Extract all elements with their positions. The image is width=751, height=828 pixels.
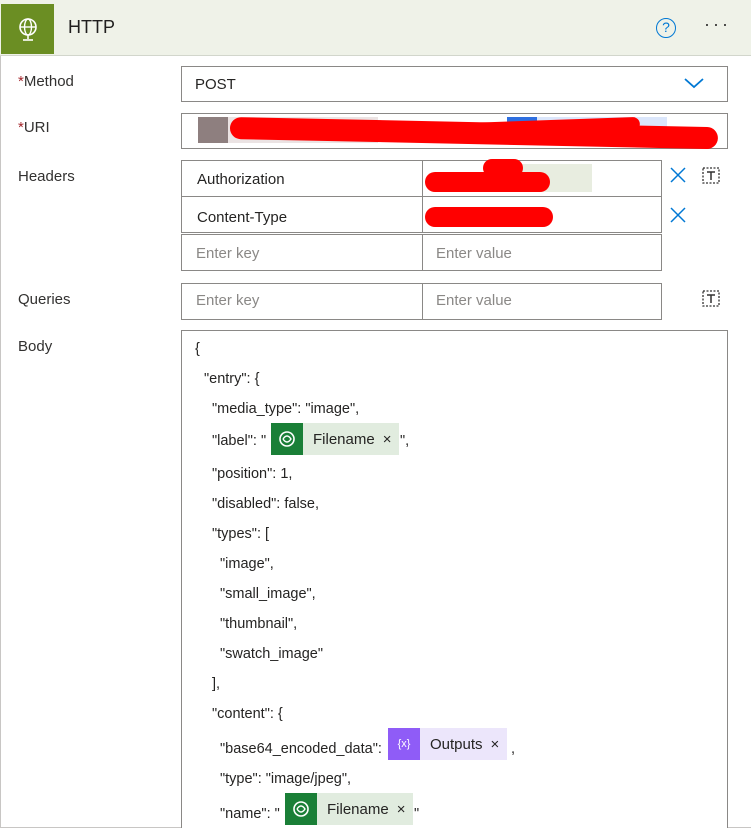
cell-divider [422,161,423,196]
cell-divider [422,284,423,319]
header-key-input[interactable]: Enter key [196,245,259,262]
action-title: HTTP [68,17,115,37]
code-line: { [195,341,200,357]
code-line: "position": 1, [212,466,293,482]
code-line: "image", [220,556,274,572]
redaction-mark [483,159,523,177]
header-value-input[interactable]: Enter value [436,245,512,262]
code-line: " [414,806,420,822]
header-key-input[interactable]: Content-Type [197,209,287,226]
code-line: "name": " [220,806,280,822]
code-line: , [511,741,516,757]
queries-label: Queries [18,291,71,308]
code-line: "type": "image/jpeg", [220,771,352,787]
remove-token-icon[interactable]: × [491,736,508,753]
query-value-input[interactable]: Enter value [436,292,512,309]
code-line: "base64_encoded_data": [220,741,386,757]
outputs-token[interactable]: {x} Outputs × [388,728,508,760]
delete-header-icon[interactable] [669,206,687,230]
code-line: "swatch_image" [220,646,323,662]
method-select[interactable] [181,66,728,102]
more-options-icon[interactable]: ··· [704,14,731,35]
filename-token[interactable]: Filename × [285,793,414,825]
switch-to-text-mode-icon[interactable] [700,287,722,309]
cell-divider [422,197,423,232]
code-line: ", [400,433,410,449]
cell-divider [422,235,423,270]
remove-token-icon[interactable]: × [397,801,414,818]
code-line: "small_image", [220,586,316,602]
dataverse-icon [271,423,303,455]
code-line: "thumbnail", [220,616,298,632]
code-line: "label": " [212,433,267,449]
dataverse-icon [285,793,317,825]
redaction-mark [425,207,553,227]
uri-token-icon [198,117,228,143]
method-label: *Method [18,73,74,90]
query-key-input[interactable]: Enter key [196,292,259,309]
code-line: "disabled": false, [212,496,320,512]
method-value: POST [195,76,236,93]
code-line: "types": [ [212,526,270,542]
filename-token[interactable]: Filename × [271,423,400,455]
header-key-input[interactable]: Authorization [197,171,285,188]
code-line: "entry": { [204,371,260,387]
delete-header-icon[interactable] [669,166,687,190]
headers-label: Headers [18,168,75,185]
code-line: "content": { [212,706,283,722]
chevron-down-icon[interactable] [683,76,705,94]
switch-to-text-mode-icon[interactable] [700,164,722,186]
body-label: Body [18,338,53,355]
uri-label: *URI [18,119,50,136]
code-line: "media_type": "image", [212,401,360,417]
expression-icon: {x} [388,728,420,760]
remove-token-icon[interactable]: × [383,431,400,448]
code-line: ], [212,676,221,692]
globe-icon [1,4,54,54]
help-icon[interactable]: ? [656,18,676,38]
